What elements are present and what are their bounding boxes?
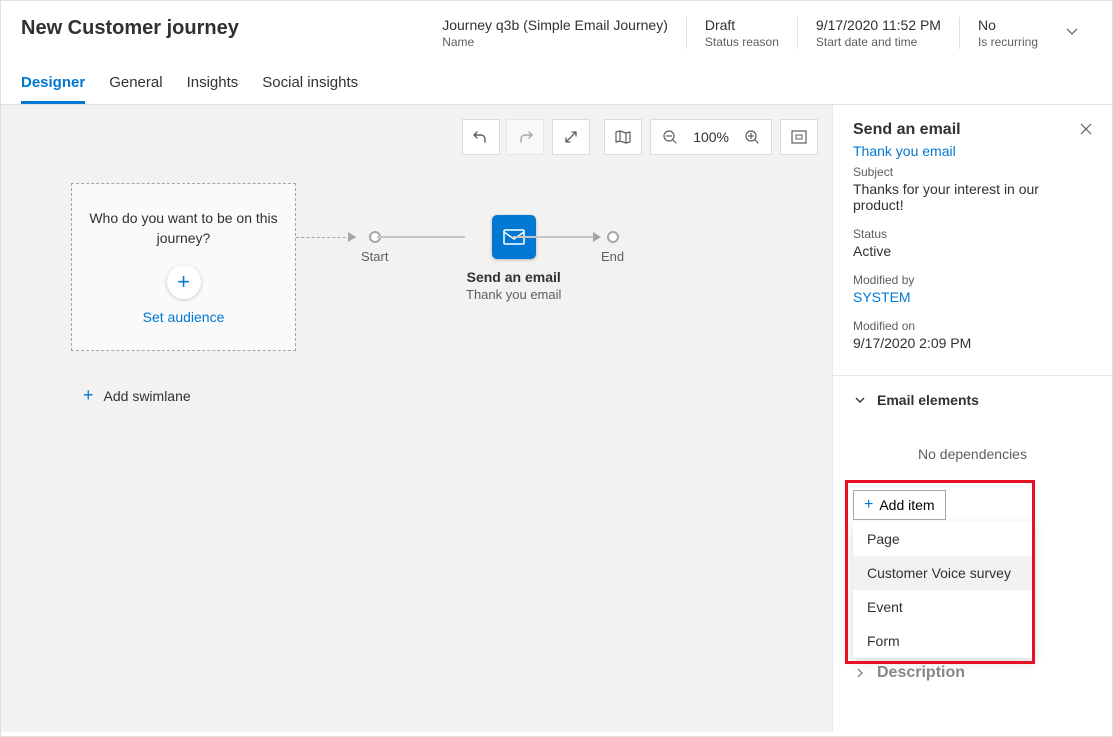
panel-modifiedby-link[interactable]: SYSTEM <box>853 289 1092 305</box>
flow-connector <box>513 236 595 238</box>
set-audience-link[interactable]: Set audience <box>143 309 225 325</box>
add-item-button[interactable]: + Add item <box>853 490 946 520</box>
end-node: End <box>601 231 624 264</box>
email-elements-header[interactable]: Email elements <box>853 392 1092 408</box>
field-label: Name <box>442 35 668 49</box>
email-tile-subtitle: Thank you email <box>466 287 561 302</box>
audience-question: Who do you want to be on this journey? <box>88 209 279 248</box>
field-value: 9/17/2020 11:52 PM <box>816 17 941 33</box>
description-header[interactable]: Description <box>853 664 1092 682</box>
panel-title: Send an email <box>853 121 961 139</box>
canvas[interactable]: Who do you want to be on this journey? +… <box>1 105 832 732</box>
field-label: Start date and time <box>816 35 941 49</box>
description-title: Description <box>877 664 965 682</box>
panel-modifiedon-label: Modified on <box>853 319 1092 333</box>
flow-connector <box>377 236 465 238</box>
field-label: Status reason <box>705 35 779 49</box>
end-label: End <box>601 249 624 264</box>
start-label: Start <box>361 249 388 264</box>
tab-insights[interactable]: Insights <box>187 74 239 104</box>
plus-icon: + <box>83 385 94 406</box>
dropdown-item-customer-voice-survey[interactable]: Customer Voice survey <box>853 556 1033 590</box>
plus-icon: + <box>177 269 190 295</box>
add-item-dropdown: Page Customer Voice survey Event Form <box>853 522 1033 658</box>
dropdown-item-event[interactable]: Event <box>853 590 1033 624</box>
email-tile[interactable]: Send an email Thank you email <box>466 215 561 302</box>
header-field-status: Draft Status reason <box>686 17 797 49</box>
panel-status-value: Active <box>853 243 1092 259</box>
panel-modifiedon-value: 9/17/2020 2:09 PM <box>853 335 1092 351</box>
tabs: Designer General Insights Social insight… <box>1 50 1112 105</box>
dropdown-item-form[interactable]: Form <box>853 624 1033 658</box>
main: 100% Who do you want to be on this journ… <box>1 105 1112 732</box>
header-fields: Journey q3b (Simple Email Journey) Name … <box>424 17 1056 49</box>
field-value: Journey q3b (Simple Email Journey) <box>442 17 668 33</box>
panel-email-link[interactable]: Thank you email <box>853 143 1092 159</box>
page-title: New Customer journey <box>21 17 239 40</box>
header-field-start: 9/17/2020 11:52 PM Start date and time <box>797 17 959 49</box>
end-dot-icon <box>607 231 619 243</box>
panel-subject-label: Subject <box>853 165 1092 179</box>
chevron-down-icon[interactable] <box>1056 17 1092 44</box>
field-label: Is recurring <box>978 35 1038 49</box>
tab-designer[interactable]: Designer <box>21 74 85 104</box>
designer-canvas-area: 100% Who do you want to be on this journ… <box>1 105 832 732</box>
chevron-right-icon <box>853 666 867 680</box>
email-tile-title: Send an email <box>467 269 561 285</box>
add-swimlane-label: Add swimlane <box>104 388 191 404</box>
header-field-name: Journey q3b (Simple Email Journey) Name <box>424 17 686 49</box>
tab-social-insights[interactable]: Social insights <box>262 74 358 104</box>
properties-panel: Send an email Thank you email Subject Th… <box>832 105 1112 732</box>
tab-general[interactable]: General <box>109 74 162 104</box>
chevron-down-icon <box>853 393 867 407</box>
close-panel-button[interactable] <box>1080 122 1092 138</box>
add-swimlane-button[interactable]: + Add swimlane <box>83 385 191 406</box>
field-value: No <box>978 17 1038 33</box>
panel-modifiedby-label: Modified by <box>853 273 1092 287</box>
email-elements-title: Email elements <box>877 392 979 408</box>
panel-status-label: Status <box>853 227 1092 241</box>
header-field-recurring: No Is recurring <box>959 17 1056 49</box>
field-value: Draft <box>705 17 779 33</box>
dropdown-item-page[interactable]: Page <box>853 522 1033 556</box>
header: New Customer journey Journey q3b (Simple… <box>1 1 1112 50</box>
no-dependencies-text: No dependencies <box>853 446 1092 462</box>
arrow-right-icon <box>346 230 358 249</box>
plus-icon: + <box>864 496 873 514</box>
add-item-label: Add item <box>879 497 934 513</box>
panel-subject-value: Thanks for your interest in our product! <box>853 181 1092 213</box>
audience-placeholder[interactable]: Who do you want to be on this journey? +… <box>71 183 296 351</box>
add-audience-button[interactable]: + <box>167 265 201 299</box>
